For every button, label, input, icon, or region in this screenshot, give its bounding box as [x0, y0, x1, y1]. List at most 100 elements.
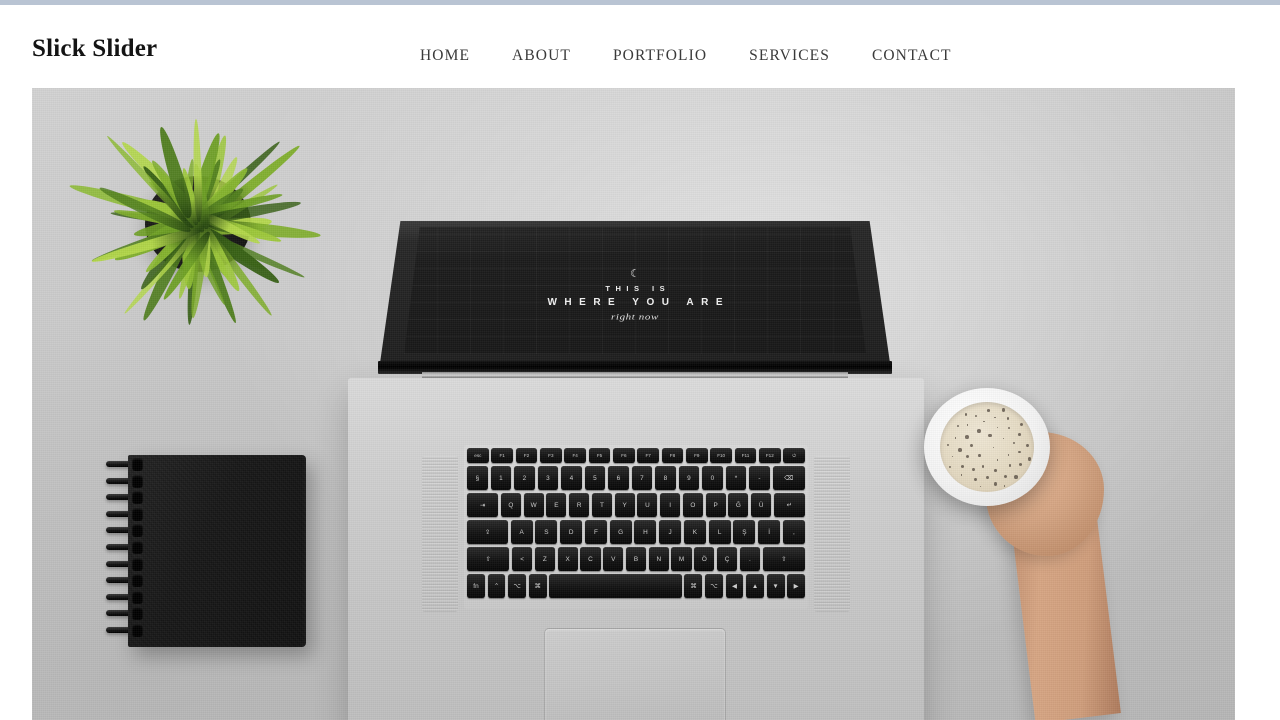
keyboard-key[interactable]: Q: [500, 493, 521, 517]
keyboard-key[interactable]: 2: [514, 466, 535, 490]
nav-item-services[interactable]: SERVICES: [749, 43, 830, 69]
keyboard-key[interactable]: F3: [539, 448, 562, 463]
keyboard-key[interactable]: W: [523, 493, 544, 517]
keyboard-key[interactable]: ▲: [746, 574, 764, 598]
keyboard-key[interactable]: M: [671, 547, 692, 571]
keyboard-key[interactable]: F6: [612, 448, 635, 463]
keyboard-key[interactable]: ⇪: [467, 520, 508, 544]
laptop-screen: ☾ THIS IS WHERE YOU ARE right now: [404, 227, 866, 354]
foam-speck: [973, 477, 978, 482]
keyboard-key[interactable]: ⏻: [783, 448, 805, 463]
keyboard-key[interactable]: F11: [734, 448, 757, 463]
keyboard-key[interactable]: V: [603, 547, 624, 571]
keyboard-key[interactable]: O: [682, 493, 703, 517]
keyboard-key[interactable]: ⌃: [487, 574, 506, 598]
keyboard-key[interactable]: ⌘: [528, 574, 547, 598]
keyboard-key[interactable]: ⌥: [508, 574, 526, 598]
keyboard-key[interactable]: K: [683, 520, 706, 544]
keyboard-key[interactable]: F7: [637, 448, 660, 463]
keyboard-key[interactable]: D: [560, 520, 583, 544]
keyboard-key[interactable]: U: [637, 493, 658, 517]
nav-item-contact[interactable]: CONTACT: [872, 43, 952, 69]
keyboard-key[interactable]: [549, 574, 682, 598]
site-brand-logo[interactable]: Slick Slider: [32, 36, 157, 61]
foam-speck: [1018, 433, 1021, 436]
notebook-punch-hole: [132, 458, 143, 471]
notebook-punch-hole: [132, 574, 143, 588]
keyboard-key[interactable]: 7: [631, 466, 653, 490]
keyboard-key[interactable]: E: [546, 493, 567, 517]
laptop-base: esc F1 F2 F3 F4 F5 F6 F7 F8 F9 F10 F11 F12 ⏻ § 1 2 3 4 5 6 7 8…: [348, 378, 924, 720]
keyboard-key[interactable]: *: [725, 466, 747, 490]
keyboard-key[interactable]: T: [591, 493, 612, 517]
keyboard-key[interactable]: ◀: [725, 574, 744, 598]
keyboard-key[interactable]: 1: [490, 466, 512, 490]
keyboard-key[interactable]: <: [511, 547, 533, 571]
keyboard-key[interactable]: ⇧: [467, 547, 510, 571]
keyboard-key[interactable]: F: [584, 520, 607, 544]
nav-item-portfolio[interactable]: PORTFOLIO: [613, 43, 707, 69]
keyboard-key[interactable]: F1: [491, 448, 514, 463]
keyboard-key[interactable]: ,: [782, 520, 805, 544]
keyboard-key[interactable]: F8: [661, 448, 684, 463]
keyboard-key[interactable]: R: [569, 493, 590, 517]
laptop-trackpad[interactable]: [544, 628, 726, 720]
hero-slider[interactable]: ☾ THIS IS WHERE YOU ARE right now esc F1 F…: [32, 88, 1235, 720]
foam-speck: [970, 444, 974, 448]
keyboard-key[interactable]: ▼: [766, 574, 785, 598]
keyboard-key[interactable]: G: [609, 520, 632, 544]
keyboard-key[interactable]: 8: [655, 466, 676, 490]
keyboard-key[interactable]: L: [708, 520, 731, 544]
keyboard-key[interactable]: A: [510, 520, 533, 544]
keyboard-key[interactable]: P: [705, 493, 726, 517]
keyboard-key[interactable]: Ç: [717, 547, 738, 571]
keyboard-key[interactable]: fn: [467, 574, 485, 598]
keyboard-key[interactable]: 0: [702, 466, 723, 490]
keyboard-key[interactable]: ▶: [787, 574, 806, 598]
keyboard-key[interactable]: X: [557, 547, 578, 571]
nav-item-home[interactable]: HOME: [420, 43, 470, 69]
keyboard-key[interactable]: F9: [685, 448, 708, 463]
keyboard-key[interactable]: ⌘: [684, 574, 703, 598]
keyboard-key[interactable]: §: [467, 466, 488, 490]
keyboard-key[interactable]: Z: [534, 547, 555, 571]
keyboard-key[interactable]: S: [535, 520, 558, 544]
foam-speck: [985, 475, 989, 479]
screen-script-text: right now: [611, 312, 659, 322]
foam-speck: [1008, 464, 1012, 467]
keyboard-key[interactable]: ⌥: [704, 574, 723, 598]
keyboard-key[interactable]: 3: [537, 466, 559, 490]
keyboard-key[interactable]: 5: [584, 466, 606, 490]
nav-item-about[interactable]: ABOUT: [512, 43, 571, 69]
keyboard-key[interactable]: Ş: [733, 520, 756, 544]
keyboard-key[interactable]: F10: [710, 448, 733, 463]
keyboard-key[interactable]: H: [634, 520, 657, 544]
keyboard-key[interactable]: 4: [561, 466, 582, 490]
keyboard-key[interactable]: N: [648, 547, 669, 571]
keyboard-key[interactable]: J: [659, 520, 682, 544]
keyboard-key[interactable]: 6: [608, 466, 629, 490]
keyboard-key[interactable]: I: [660, 493, 681, 517]
keyboard-key[interactable]: F2: [515, 448, 538, 463]
keyboard-key[interactable]: esc: [467, 448, 489, 463]
keyboard-key[interactable]: ⇧: [762, 547, 805, 571]
keyboard-key[interactable]: ↵: [773, 493, 806, 517]
keyboard-key[interactable]: Ğ: [728, 493, 749, 517]
laptop-keyboard[interactable]: esc F1 F2 F3 F4 F5 F6 F7 F8 F9 F10 F11 F12 ⏻ § 1 2 3 4 5 6 7 8…: [464, 445, 808, 609]
keyboard-key[interactable]: F5: [588, 448, 611, 463]
keyboard-key[interactable]: C: [580, 547, 601, 571]
foam-speck: [1027, 457, 1032, 461]
keyboard-key[interactable]: ⇥: [467, 493, 499, 517]
keyboard-key[interactable]: ⌫: [772, 466, 805, 490]
keyboard-key[interactable]: B: [625, 547, 647, 571]
keyboard-key[interactable]: 9: [678, 466, 700, 490]
keyboard-key[interactable]: .: [739, 547, 760, 571]
keyboard-key[interactable]: Ü: [751, 493, 772, 517]
keyboard-key[interactable]: F12: [758, 448, 781, 463]
keyboard-key[interactable]: İ: [758, 520, 781, 544]
keyboard-key[interactable]: F4: [564, 448, 587, 463]
keyboard-key[interactable]: Ö: [694, 547, 715, 571]
keyboard-key[interactable]: Y: [614, 493, 635, 517]
keyboard-key[interactable]: -: [749, 466, 770, 490]
foam-speck: [965, 455, 969, 459]
